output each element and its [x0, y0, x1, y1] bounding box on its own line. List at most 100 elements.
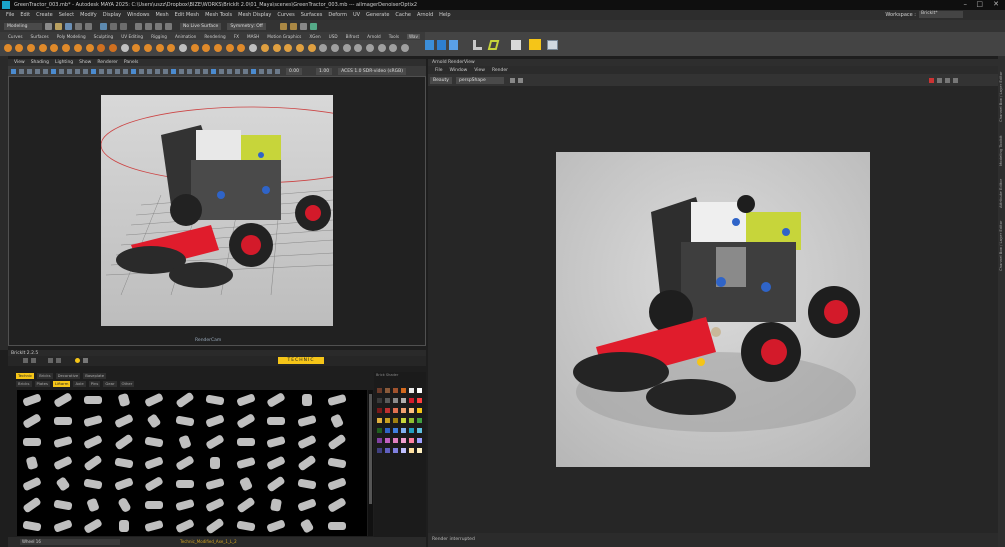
- brick-part-thumbnail[interactable]: [296, 413, 318, 430]
- brick-part-thumbnail[interactable]: [143, 413, 165, 430]
- color-swatch[interactable]: [385, 398, 390, 403]
- shelf-tab-sculpting[interactable]: Sculpting: [94, 34, 114, 39]
- brick-part-thumbnail[interactable]: [52, 476, 74, 493]
- brick-part-thumbnail[interactable]: [204, 392, 226, 409]
- shelf-tool-icon[interactable]: [237, 44, 246, 52]
- brick-part-thumbnail[interactable]: [326, 455, 348, 472]
- scroll-thumb[interactable]: [369, 394, 372, 504]
- lasso-tool-icon[interactable]: [110, 22, 117, 30]
- viewport-tool-icon[interactable]: [115, 68, 120, 74]
- options-icon[interactable]: [953, 77, 958, 83]
- viewport-tool-icon[interactable]: [155, 68, 160, 74]
- shelf-tool-icon[interactable]: [330, 44, 339, 52]
- parts-scrollbar[interactable]: [368, 390, 373, 536]
- brick-part-thumbnail[interactable]: [174, 413, 196, 430]
- brick-part-thumbnail[interactable]: [296, 392, 318, 409]
- shelf-tool-icon[interactable]: [225, 44, 234, 52]
- shelf-tab-surfaces[interactable]: Surfaces: [31, 34, 49, 39]
- live-surface-field[interactable]: No Live Surface: [180, 22, 222, 30]
- color-swatch[interactable]: [409, 428, 414, 433]
- hypershade-icon[interactable]: [309, 22, 317, 30]
- menu-file[interactable]: File: [6, 12, 14, 18]
- viewport-tool-icon[interactable]: [123, 68, 128, 74]
- shelf-tab-xgen[interactable]: XGen: [309, 34, 320, 39]
- shelf-tab-wav[interactable]: Wav: [407, 33, 420, 39]
- brick-part-thumbnail[interactable]: [113, 413, 135, 430]
- render-settings-icon[interactable]: [299, 22, 307, 30]
- brick-part-thumbnail[interactable]: [113, 518, 135, 535]
- color-swatch[interactable]: [393, 418, 398, 423]
- brick-part-thumbnail[interactable]: [113, 476, 135, 493]
- brick-part-thumbnail[interactable]: [204, 476, 226, 493]
- menu-mesh-tools[interactable]: Mesh Tools: [205, 12, 232, 18]
- brick-tab-decorative[interactable]: Decorative: [55, 372, 81, 379]
- viewport-menu-shading[interactable]: Shading: [31, 60, 49, 65]
- shelf-tool-icon[interactable]: [260, 44, 269, 52]
- menu-create[interactable]: Create: [36, 12, 53, 18]
- brick-tab-baseplate[interactable]: Baseplate: [83, 372, 107, 379]
- exposure-icon[interactable]: [510, 77, 515, 83]
- color-swatch[interactable]: [393, 438, 398, 443]
- shape-tool-icon[interactable]: [487, 40, 500, 50]
- shelf-tool-icon[interactable]: [167, 44, 176, 52]
- color-swatch[interactable]: [417, 418, 422, 423]
- brick-part-thumbnail[interactable]: [82, 518, 104, 535]
- menu-arnold[interactable]: Arnold: [417, 12, 433, 18]
- viewport-tool-icon[interactable]: [43, 68, 48, 74]
- brick-part-thumbnail[interactable]: [204, 455, 226, 472]
- snap-view-icon[interactable]: [165, 22, 172, 30]
- outliner-strip[interactable]: [0, 56, 8, 350]
- shelf-tool-icon[interactable]: [97, 44, 106, 52]
- brick-part-thumbnail[interactable]: [113, 433, 135, 451]
- viewport-tool-icon[interactable]: [75, 68, 80, 74]
- menu-curves[interactable]: Curves: [277, 12, 294, 18]
- brick-part-thumbnail[interactable]: [82, 392, 104, 409]
- shelf-tool-icon[interactable]: [190, 44, 199, 52]
- new-scene-icon[interactable]: [45, 22, 52, 30]
- brick-part-thumbnail[interactable]: [265, 455, 287, 472]
- right-tab-modeling-toolkit[interactable]: Modeling Toolkit: [998, 126, 1005, 166]
- shelf-tab-usd[interactable]: USD: [329, 34, 338, 39]
- undo-icon[interactable]: [75, 22, 82, 30]
- brick-part-thumbnail[interactable]: [174, 455, 196, 472]
- color-swatch[interactable]: [401, 438, 406, 443]
- bend-tool-icon[interactable]: [473, 40, 482, 50]
- back-icon[interactable]: [23, 358, 28, 363]
- shelf-tool-icon[interactable]: [249, 44, 258, 52]
- shelf-tab-animation[interactable]: Animation: [175, 34, 196, 39]
- menu-windows[interactable]: Windows: [127, 12, 149, 18]
- rv-menu-render[interactable]: Render: [492, 68, 508, 73]
- shelf-tool-icon[interactable]: [307, 44, 316, 52]
- brick-part-thumbnail[interactable]: [174, 434, 196, 451]
- viewport-menu-view[interactable]: View: [14, 60, 25, 65]
- viewport-menu-lighting[interactable]: Lighting: [55, 60, 73, 65]
- color-swatch[interactable]: [409, 418, 414, 423]
- camera-dropdown[interactable]: perspShape: [456, 76, 504, 84]
- snapshot-icon[interactable]: [945, 77, 950, 83]
- shelf-tool-icon[interactable]: [50, 44, 59, 52]
- brick-tab-technic[interactable]: Technic: [16, 372, 35, 379]
- right-tab-channel-box-2[interactable]: Channel Box / Layer Editor: [998, 211, 1005, 271]
- cube-tool-icon[interactable]: [511, 40, 521, 50]
- color-swatch[interactable]: [393, 398, 398, 403]
- brick-part-thumbnail[interactable]: [174, 497, 196, 514]
- shelf-tool-icon[interactable]: [389, 44, 398, 52]
- viewport-tool-icon[interactable]: [219, 68, 224, 74]
- viewport-tool-icon[interactable]: [99, 68, 104, 74]
- shelf-tool-icon[interactable]: [15, 44, 24, 52]
- viewport-tool-icon[interactable]: [27, 68, 32, 74]
- save-scene-icon[interactable]: [65, 22, 72, 30]
- brick-part-thumbnail[interactable]: [296, 454, 318, 472]
- brick-subtab-liftarm[interactable]: Liftarm: [52, 380, 71, 387]
- gamma-field[interactable]: 1.00: [316, 67, 333, 75]
- brick-tool-icon[interactable]: [529, 39, 541, 50]
- brick-part-thumbnail[interactable]: [21, 455, 43, 472]
- brick-part-thumbnail[interactable]: [21, 518, 43, 535]
- brick-part-thumbnail[interactable]: [296, 497, 318, 514]
- brick-part-thumbnail[interactable]: [265, 497, 287, 514]
- brick-part-thumbnail[interactable]: [326, 392, 348, 409]
- brick-part-thumbnail[interactable]: [235, 413, 257, 430]
- forward-icon[interactable]: [31, 358, 36, 363]
- color-swatch[interactable]: [401, 408, 406, 413]
- home-icon[interactable]: [56, 358, 61, 363]
